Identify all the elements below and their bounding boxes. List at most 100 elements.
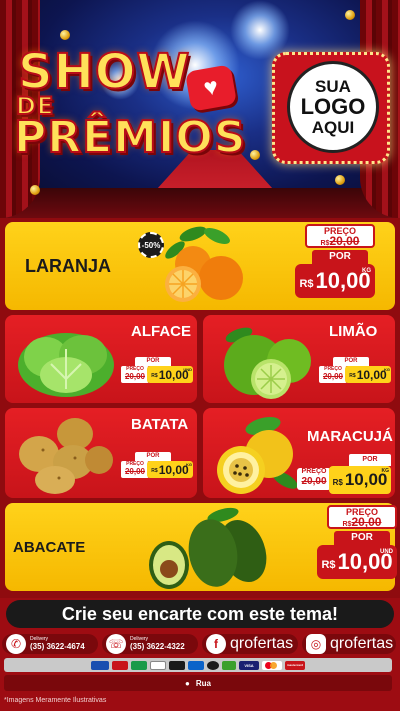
- price-value: R$ 10,00 UND: [147, 366, 193, 383]
- card-icon: [112, 660, 128, 670]
- mastercard-label: mastercard: [285, 660, 305, 670]
- coin-icon: [60, 30, 70, 40]
- unit: UND: [380, 549, 393, 555]
- lime-icon: [224, 327, 311, 399]
- lettuce-icon: [18, 333, 114, 397]
- price-value: R$ 10,00 KG: [295, 264, 375, 298]
- phone-text: Delivery (35) 3622-4322: [130, 636, 185, 652]
- cta-text: Crie seu encarte com este tema!: [61, 603, 339, 624]
- instagram-contact[interactable]: ◎ qrofertas: [306, 633, 393, 655]
- por-label: POR: [333, 357, 369, 366]
- currency: R$: [299, 278, 314, 290]
- product-card-abacate[interactable]: ABACATE PREÇO R$20,00 POR R$ 10,00 UND: [5, 503, 397, 591]
- card-icon: [91, 660, 109, 670]
- phone-number: (35) 3622-4674: [30, 642, 85, 651]
- por-label: POR: [135, 452, 171, 461]
- visa-icon: VISA: [239, 660, 259, 670]
- phone-number: (35) 3622-4322: [130, 642, 185, 651]
- old-price-box: PREÇO 20,00: [121, 366, 149, 383]
- card-icon: [150, 660, 166, 670]
- instagram-handle: qrofertas: [330, 635, 394, 652]
- price-block: PREÇO R$20,00 POR R$ 10,00 KG: [295, 224, 375, 298]
- old-price-box: PREÇO R$20,00: [305, 224, 375, 248]
- price-value: R$ 10,00 KG: [345, 366, 391, 383]
- disclaimer: *Imagens Meramente Ilustrativas: [4, 697, 107, 704]
- price-block: POR PREÇO 20,00 R$ 10,00 KG: [297, 454, 391, 494]
- unit: KG: [186, 462, 192, 467]
- spotlight: [230, 0, 290, 60]
- old-price: 20,00: [124, 467, 146, 476]
- coin-icon: [335, 175, 345, 185]
- coin-icon: [345, 10, 355, 20]
- unit: KG: [362, 268, 371, 274]
- phone-contact[interactable]: ☏ Delivery (35) 3622-4322: [106, 633, 185, 655]
- product-card-laranja[interactable]: LARANJA PREÇO R$20,00 POR R$ 10,00 KG: [5, 222, 395, 310]
- logo-circle: SUA LOGO AQUI: [287, 61, 379, 153]
- old-price: R$20,00: [320, 234, 360, 248]
- avocado-icon: [149, 507, 267, 589]
- price-value: R$ 10,00 KG: [147, 461, 193, 478]
- old-price-box: PREÇO R$20,00: [327, 505, 397, 529]
- currency: R$: [151, 468, 158, 474]
- product-card-limao[interactable]: LIMÃO POR PREÇO 20,00 R$ 10,00 KG: [203, 315, 395, 403]
- por-label: POR: [349, 454, 391, 466]
- product-name: LIMÃO: [329, 323, 378, 340]
- whatsapp-text: Delivery (35) 3622-4674: [30, 636, 85, 652]
- old-price-box: PREÇO 20,00: [319, 366, 347, 383]
- whatsapp-contact[interactable]: ✆ Delivery (35) 3622-4674: [6, 633, 85, 655]
- product-name: ABACATE: [13, 539, 86, 556]
- old-price-box: PREÇO 20,00: [297, 468, 331, 490]
- cta-button[interactable]: Crie seu encarte com este tema!: [6, 600, 394, 628]
- por-label: POR: [334, 531, 390, 545]
- old-price: 20,00: [301, 476, 327, 487]
- old-price-box: PREÇO 20,00: [121, 461, 149, 478]
- old-price: R$20,00: [342, 515, 382, 529]
- currency: R$: [349, 373, 356, 379]
- card-icon: [188, 660, 204, 670]
- price-value: R$ 10,00 KG: [329, 466, 391, 494]
- mastercard-icon: [262, 660, 282, 670]
- logo-placeholder[interactable]: SUA LOGO AQUI: [272, 52, 390, 164]
- coin-icon: [250, 150, 260, 160]
- card-icon: [169, 660, 185, 670]
- card-icon: [207, 660, 219, 670]
- product-card-batata[interactable]: BATATA POR PREÇO 20,00 R$ 10,00 KG: [5, 408, 197, 498]
- address-text: Rua: [195, 678, 211, 688]
- cta-bar: Crie seu encarte com este tema!: [0, 598, 400, 630]
- product-card-alface[interactable]: ALFACE POR PREÇO 20,00 R$ 10,00 UND: [5, 315, 197, 403]
- title-premios: PRÊMIOS: [13, 111, 247, 164]
- currency: R$: [332, 478, 343, 487]
- unit: KG: [381, 468, 390, 474]
- contact-bar: ✆ Delivery (35) 3622-4674 ☏ Delivery (35…: [0, 630, 400, 711]
- facebook-handle: qrofertas: [230, 635, 294, 652]
- logo-text-line3: AQUI: [311, 117, 355, 137]
- price-block: POR PREÇO 20,00 R$ 10,00 KG: [121, 452, 193, 478]
- old-price: 20,00: [322, 372, 344, 381]
- address-bar[interactable]: ● Rua: [4, 675, 392, 691]
- product-name: ALFACE: [131, 323, 191, 340]
- card-icon: [131, 660, 147, 670]
- stage-floor: [0, 188, 400, 218]
- logo-text-line2: LOGO: [300, 94, 366, 120]
- facebook-icon: f: [206, 634, 226, 654]
- facebook-contact[interactable]: f qrofertas: [206, 633, 293, 655]
- product-name: LARANJA: [25, 256, 112, 276]
- coin-icon: [30, 185, 40, 195]
- unit: KG: [384, 367, 390, 372]
- card-icon: [222, 660, 236, 670]
- currency: R$: [321, 559, 336, 571]
- price-value: R$ 10,00 UND: [317, 545, 397, 579]
- price-block: PREÇO R$20,00 POR R$ 10,00 UND: [317, 505, 397, 579]
- instagram-icon: ◎: [306, 634, 326, 654]
- product-card-maracuja[interactable]: MARACUJÁ POR PREÇO 20,00 R$ 10,00 KG: [203, 408, 395, 498]
- price: 10,00: [158, 462, 189, 477]
- old-price: 20,00: [124, 372, 146, 381]
- price: 10,00: [356, 367, 387, 382]
- orange-icon: [165, 226, 243, 302]
- discount-badge: -50%: [138, 232, 164, 258]
- por-label: POR: [135, 357, 171, 366]
- preco-label: PREÇO: [301, 468, 327, 475]
- unit: UND: [183, 367, 192, 372]
- product-name: BATATA: [131, 416, 189, 433]
- whatsapp-icon: ✆: [6, 634, 26, 654]
